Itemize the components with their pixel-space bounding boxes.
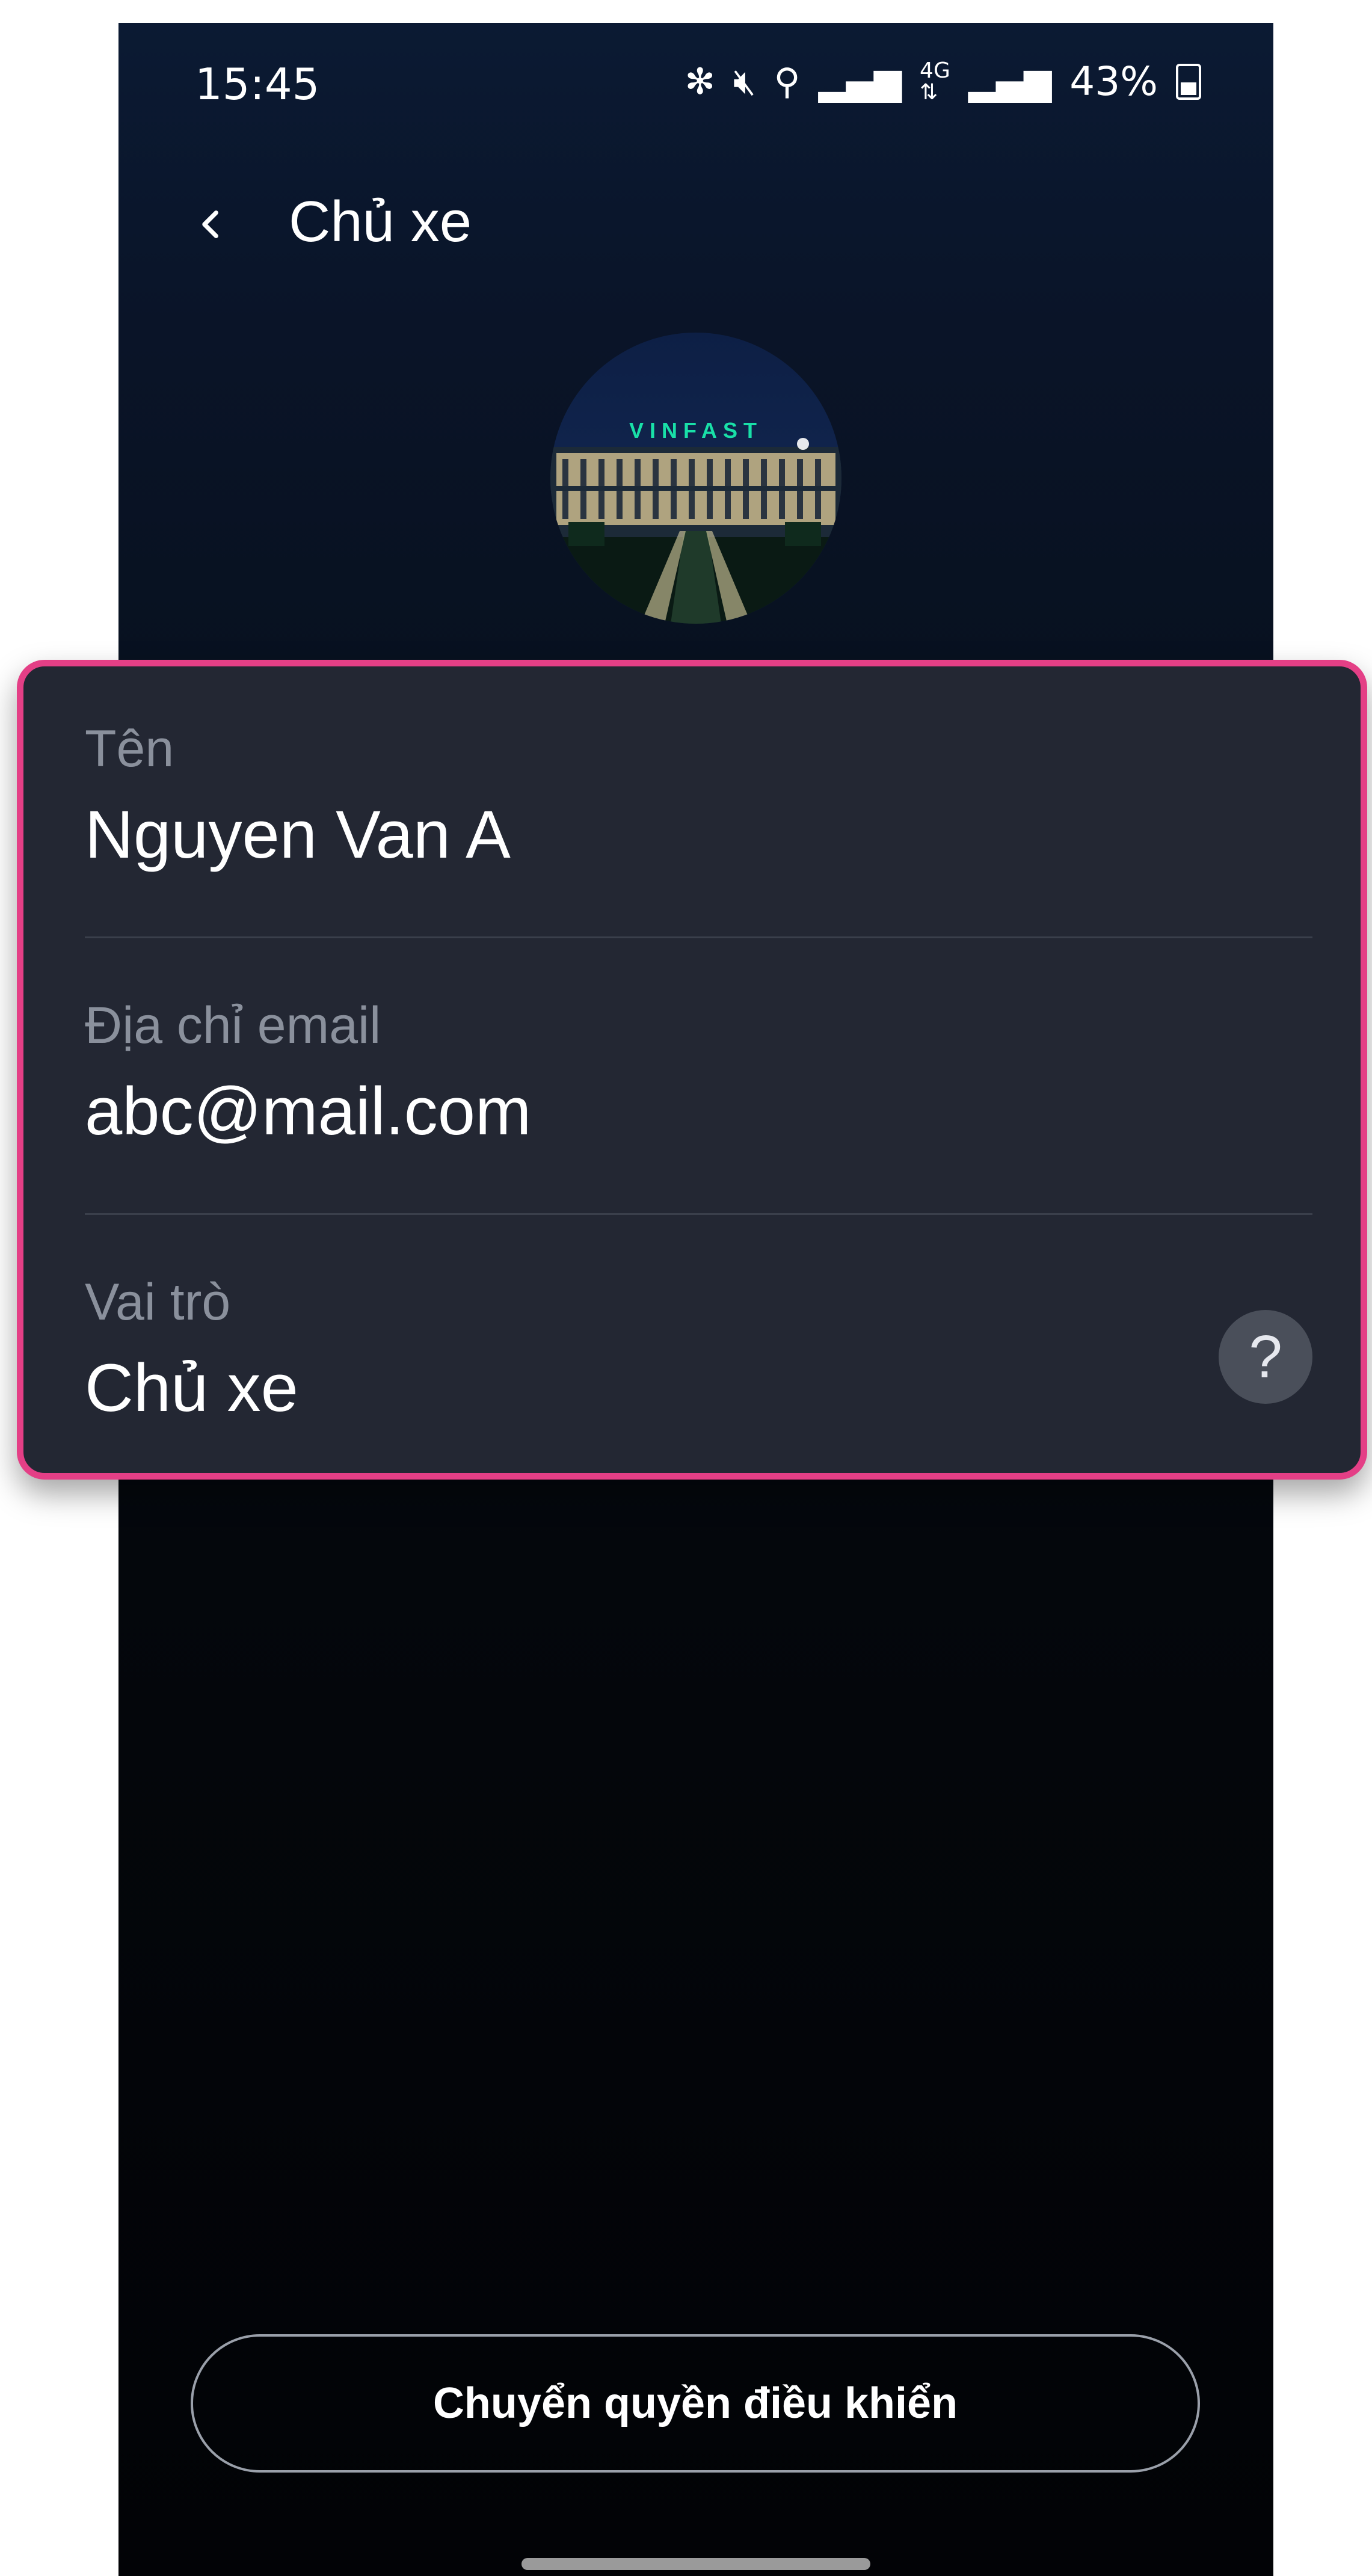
signal-icon: ▂▄▆ <box>968 61 1052 103</box>
name-label: Tên <box>85 720 174 778</box>
status-icons: ✻ 🔇︎ ⚲ ▂▄▆ 4G ⇅ ▂▄▆ 43% <box>685 60 1201 103</box>
page-title: Chủ xe <box>289 189 472 254</box>
battery-icon <box>1176 64 1201 100</box>
home-indicator[interactable] <box>521 2558 870 2570</box>
role-help-button[interactable]: ? <box>1219 1310 1312 1404</box>
role-label: Vai trò <box>85 1273 231 1331</box>
svg-text:VINFAST: VINFAST <box>629 418 763 443</box>
transfer-control-button[interactable]: Chuyển quyền điều khiển <box>191 2334 1200 2473</box>
divider <box>85 1213 1312 1215</box>
back-button[interactable] <box>179 191 245 257</box>
owner-info-card: Tên Nguyen Van A Địa chỉ email abc@mail.… <box>17 660 1367 1480</box>
email-value: abc@mail.com <box>85 1074 532 1149</box>
divider <box>85 936 1312 938</box>
email-field: Địa chỉ email abc@mail.com <box>85 996 1299 1150</box>
status-time: 15:45 <box>195 59 320 109</box>
chevron-left-icon <box>202 211 218 238</box>
signal-icon: ▂▄▆ <box>818 61 902 103</box>
email-label: Địa chỉ email <box>85 997 381 1054</box>
vinfast-building-image: VINFAST <box>550 333 841 624</box>
avatar: VINFAST <box>550 333 841 624</box>
location-icon: ⚲ <box>774 61 801 103</box>
name-field: Tên Nguyen Van A <box>85 719 1299 873</box>
role-field: Vai trò Chủ xe <box>85 1273 1299 1427</box>
status-bar: 15:45 ✻ 🔇︎ ⚲ ▂▄▆ 4G ⇅ ▂▄▆ 43% <box>118 23 1273 149</box>
name-value: Nguyen Van A <box>85 797 511 872</box>
4g-icon: 4G ⇅ <box>920 58 950 105</box>
bluetooth-icon: ✻ <box>684 61 715 103</box>
role-value: Chủ xe <box>85 1350 298 1425</box>
battery-percentage: 43% <box>1069 58 1158 105</box>
mute-icon: 🔇︎ <box>733 61 756 103</box>
header: Chủ xe <box>118 179 1273 269</box>
question-mark-icon: ? <box>1249 1323 1282 1391</box>
